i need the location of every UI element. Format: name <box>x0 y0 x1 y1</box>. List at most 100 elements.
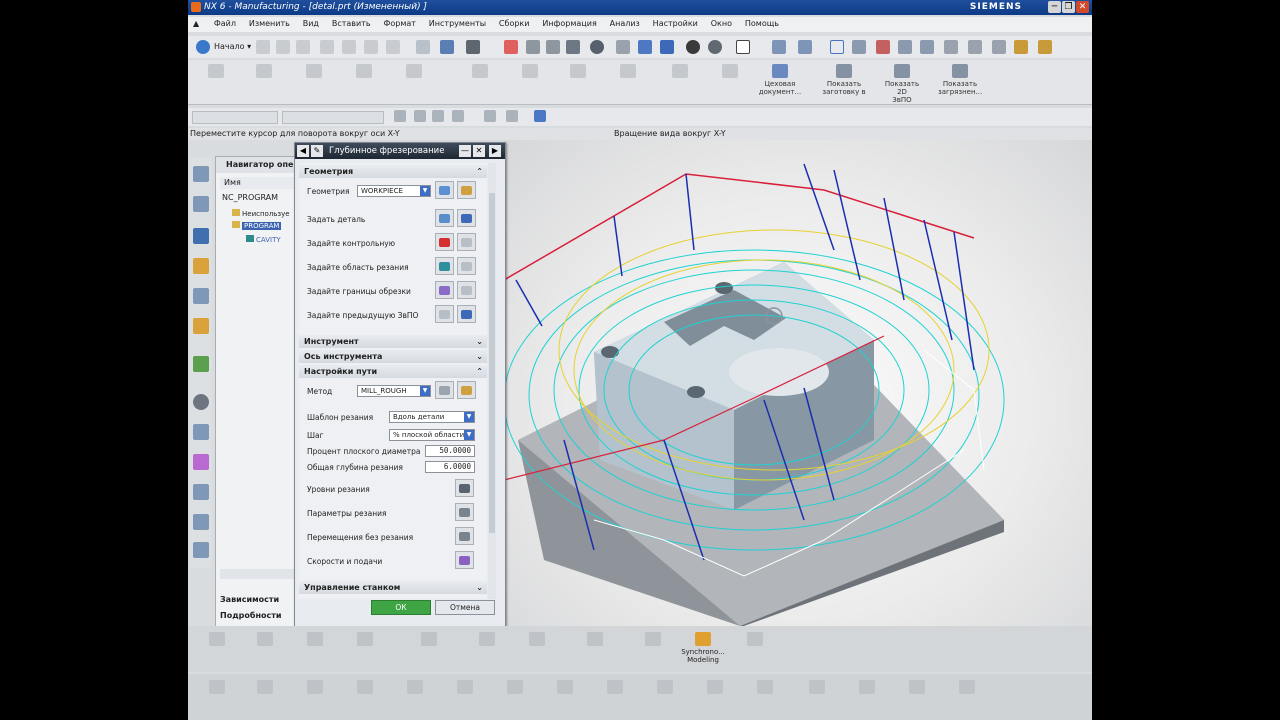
menu-file[interactable]: Файл <box>209 17 241 30</box>
menu-information[interactable]: Информация <box>537 17 601 30</box>
bottom2-btn-16[interactable] <box>944 680 990 696</box>
bottom-btn-5[interactable] <box>406 632 452 648</box>
undo-icon[interactable] <box>416 40 430 54</box>
method-dropdown[interactable]: MILL_ROUGH ▼ <box>357 385 431 397</box>
paste-icon[interactable] <box>364 40 378 54</box>
ribbon-btn-11[interactable] <box>708 64 752 102</box>
new-icon[interactable] <box>256 40 270 54</box>
filter-icon-6[interactable] <box>506 110 518 122</box>
operation-navigator-icon[interactable] <box>193 228 209 244</box>
cut-icon[interactable] <box>320 40 334 54</box>
bottom2-btn-13[interactable] <box>794 680 840 696</box>
edit-geometry-button[interactable] <box>457 181 476 199</box>
menu-view[interactable]: Вид <box>298 17 324 30</box>
select-filter-icon[interactable] <box>830 40 844 54</box>
bottom2-btn-2[interactable] <box>242 680 288 696</box>
global-depth-input[interactable]: 6.0000 <box>425 461 475 473</box>
resource-icon-2[interactable] <box>193 196 209 212</box>
zoom-icon[interactable] <box>546 40 560 54</box>
show-loaded-button[interactable]: Показать загрязнен... <box>938 64 982 102</box>
show-blank-button[interactable]: Показать заготовку в <box>822 64 866 102</box>
shaded-icon[interactable] <box>660 40 674 54</box>
delete-icon[interactable] <box>386 40 400 54</box>
resource-icon-11[interactable] <box>193 484 209 500</box>
select-prev-ipw-button[interactable] <box>435 305 454 323</box>
bottom2-btn-10[interactable] <box>642 680 688 696</box>
dependencies-panel[interactable]: Зависимости <box>220 595 294 604</box>
start-icon[interactable] <box>196 40 210 54</box>
filter-icon-7[interactable] <box>534 110 546 122</box>
menu-edit[interactable]: Изменить <box>244 17 295 30</box>
select-part-button[interactable] <box>435 209 454 227</box>
geometry-section-header[interactable]: Геометрия ⌃ <box>299 165 487 178</box>
minimize-button[interactable]: ─ <box>1048 1 1061 13</box>
ribbon-btn-6[interactable] <box>458 64 502 102</box>
display-part-button[interactable] <box>457 209 476 227</box>
non-cutting-button[interactable] <box>455 527 474 545</box>
dialog-minimize-icon[interactable]: — <box>459 145 471 157</box>
orient-view-icon[interactable] <box>772 40 786 54</box>
new-geometry-button[interactable] <box>435 181 454 199</box>
menu-format[interactable]: Формат <box>378 17 420 30</box>
navigator-hscroll[interactable] <box>220 569 294 579</box>
graphics-viewport[interactable] <box>504 140 1092 626</box>
bottom2-btn-3[interactable] <box>292 680 338 696</box>
rotate-icon[interactable] <box>590 40 604 54</box>
bottom-btn-4[interactable] <box>342 632 388 648</box>
feeds-speeds-button[interactable] <box>455 551 474 569</box>
resource-icon-4[interactable] <box>193 258 209 274</box>
ribbon-btn-9[interactable] <box>606 64 650 102</box>
dialog-close-icon[interactable]: ✕ <box>473 145 485 157</box>
tree-nc-program[interactable]: NC_PROGRAM <box>222 193 278 202</box>
show-2d-ipw-button[interactable]: Показать 2D ЗвПО <box>880 64 924 104</box>
render-style-icon[interactable] <box>686 40 700 54</box>
cut-pattern-dropdown[interactable]: Вдоль детали ▼ <box>389 411 475 423</box>
ribbon-btn-10[interactable] <box>658 64 702 102</box>
bottom2-btn-8[interactable] <box>542 680 588 696</box>
bottom-btn-1[interactable] <box>194 632 240 648</box>
cut-params-button[interactable] <box>455 503 474 521</box>
percent-diameter-input[interactable]: 50.0000 <box>425 445 475 457</box>
perspective-icon[interactable] <box>638 40 652 54</box>
menu-assemblies[interactable]: Сборки <box>494 17 535 30</box>
synchronous-modeling-button[interactable]: Synchrono... Modeling <box>680 632 726 664</box>
tool-axis-section-header[interactable]: Ось инструмента ⌄ <box>299 350 487 363</box>
bottom-btn-6[interactable] <box>464 632 510 648</box>
select-cut-area-button[interactable] <box>435 257 454 275</box>
close-button[interactable]: ✕ <box>1076 1 1089 13</box>
display-prev-ipw-button[interactable] <box>457 305 476 323</box>
ribbon-btn-7[interactable] <box>508 64 552 102</box>
resource-icon-12[interactable] <box>193 514 209 530</box>
cut-levels-button[interactable] <box>455 479 474 497</box>
ribbon-btn-2[interactable] <box>242 64 286 102</box>
tree-cavity-op[interactable]: CAVITY <box>246 235 281 244</box>
select-check-button[interactable] <box>435 233 454 251</box>
snap-icon-1[interactable] <box>852 40 866 54</box>
bottom2-btn-9[interactable] <box>592 680 638 696</box>
dialog-scrollbar[interactable] <box>488 163 496 599</box>
dialog-back-icon[interactable]: ◀ <box>297 145 309 157</box>
fit-icon[interactable] <box>504 40 518 54</box>
display-check-button[interactable] <box>457 233 476 251</box>
bottom2-btn-7[interactable] <box>492 680 538 696</box>
restore-button[interactable]: ❐ <box>1062 1 1075 13</box>
command-finder-icon[interactable] <box>466 40 480 54</box>
snap-icon-7[interactable] <box>992 40 1006 54</box>
menu-analysis[interactable]: Анализ <box>605 17 645 30</box>
filter-icon-2[interactable] <box>414 110 426 122</box>
bottom2-btn-1[interactable] <box>194 680 240 696</box>
bottom-btn-8[interactable] <box>572 632 618 648</box>
tree-unused[interactable]: Неиспользуе <box>232 209 290 218</box>
resource-icon-13[interactable] <box>193 542 209 558</box>
menu-tools[interactable]: Инструменты <box>424 17 491 30</box>
menu-window[interactable]: Окно <box>706 17 737 30</box>
menu-help[interactable]: Помощь <box>740 17 784 30</box>
measure-icon[interactable] <box>1014 40 1028 54</box>
start-menu-button[interactable]: Начало ▾ <box>214 42 251 51</box>
select-trim-button[interactable] <box>435 281 454 299</box>
stepover-dropdown[interactable]: % плоской области ▼ <box>389 429 475 441</box>
copy-icon[interactable] <box>342 40 356 54</box>
ok-button[interactable]: ОК <box>371 600 431 615</box>
bottom-btn-9[interactable] <box>630 632 676 648</box>
pan-icon[interactable] <box>616 40 630 54</box>
